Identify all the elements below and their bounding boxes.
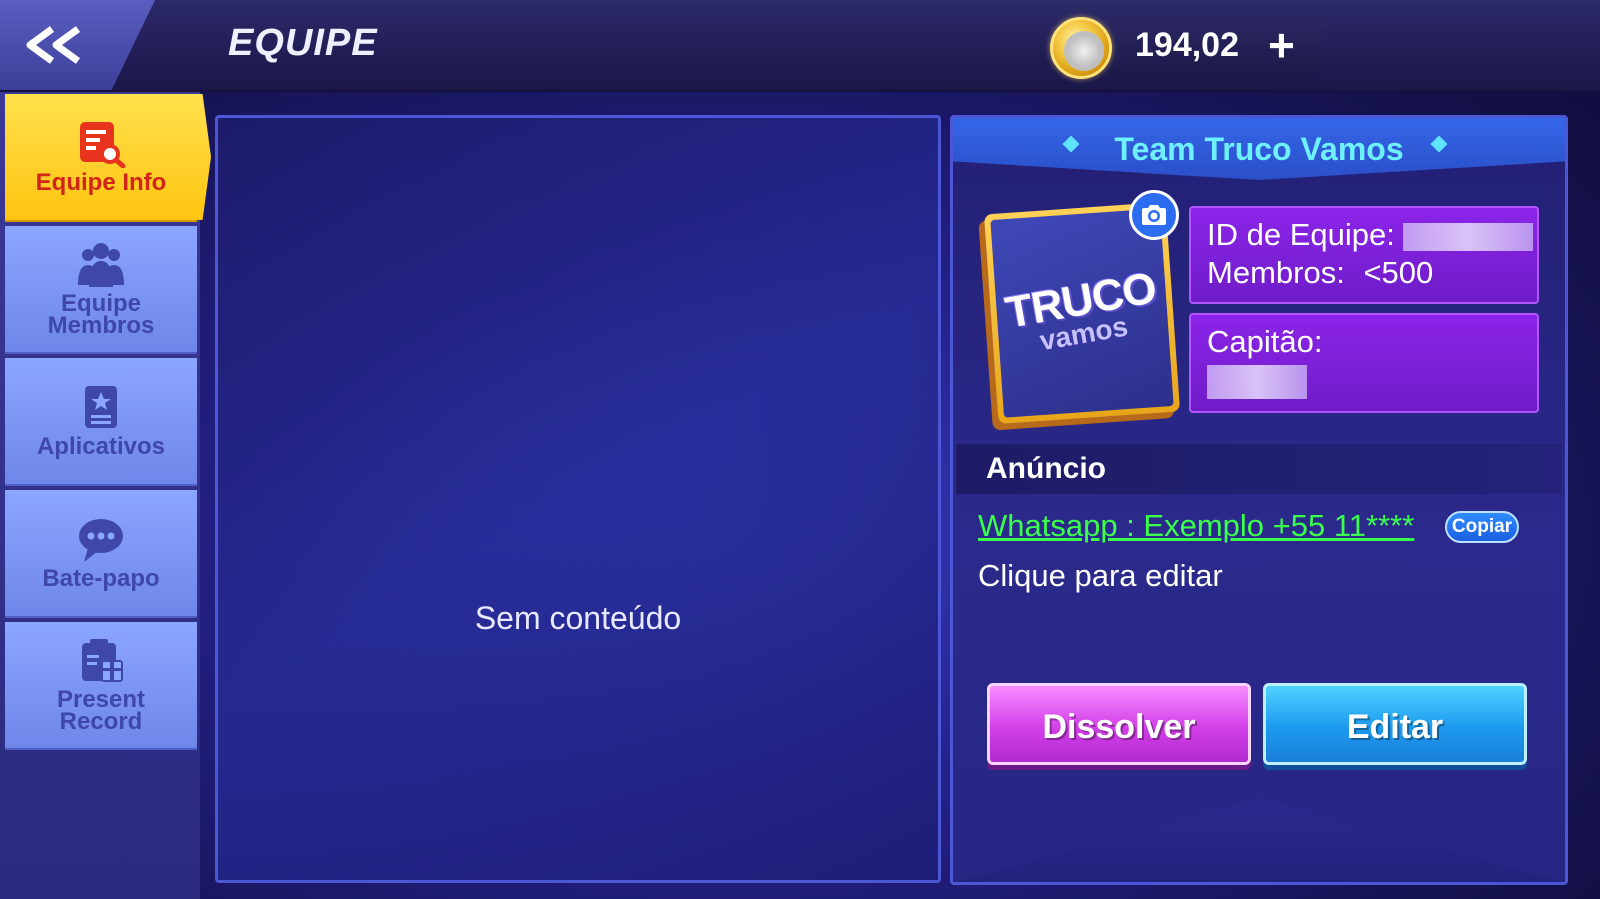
edit-button[interactable]: Editar bbox=[1263, 683, 1527, 765]
top-bar: EQUIPE 194,02 + bbox=[0, 0, 1600, 92]
coin-icon bbox=[1050, 17, 1112, 79]
back-button[interactable] bbox=[0, 0, 155, 90]
camera-icon bbox=[1142, 205, 1166, 225]
sidebar-item-label: Equipe Info bbox=[35, 169, 167, 196]
whatsapp-link[interactable]: Whatsapp : Exemplo +55 11**** bbox=[978, 508, 1414, 544]
content-panel: Sem conteúdo bbox=[215, 115, 941, 883]
sidebar-item-label: Present Record bbox=[56, 686, 146, 735]
sidebar-item-bate-papo[interactable]: Bate-papo bbox=[5, 490, 197, 618]
members-row: Membros: <500 bbox=[1207, 254, 1521, 292]
dissolve-button[interactable]: Dissolver bbox=[987, 683, 1251, 765]
empty-state-text: Sem conteúdo bbox=[474, 600, 682, 636]
members-label: Membros: bbox=[1207, 255, 1345, 290]
sidebar-item-label: Bate-papo bbox=[42, 565, 160, 592]
copy-button[interactable]: Copiar bbox=[1445, 511, 1519, 543]
coin-balance: 194,02 bbox=[1135, 26, 1239, 64]
diamond-icon bbox=[1430, 135, 1448, 153]
team-id-row: ID de Equipe: bbox=[1207, 216, 1534, 254]
team-info-panel: Team Truco Vamos TRUCO vamos ID de Equip… bbox=[950, 115, 1568, 885]
captain-label: Capitão: bbox=[1207, 324, 1323, 359]
team-name: Team Truco Vamos bbox=[1114, 130, 1404, 167]
applications-icon bbox=[85, 386, 117, 428]
team-logo-image: TRUCO vamos bbox=[990, 208, 1174, 418]
gift-record-icon bbox=[82, 639, 123, 682]
team-id-label: ID de Equipe: bbox=[1207, 217, 1395, 252]
panel-decoration bbox=[956, 798, 1562, 882]
diamond-icon bbox=[1062, 135, 1080, 153]
sidebar-item-aplicativos[interactable]: Aplicativos bbox=[5, 358, 197, 486]
team-members-icon bbox=[78, 243, 124, 287]
captain-row bbox=[1207, 361, 1521, 399]
sidebar-item-equipe-info[interactable]: Equipe Info bbox=[5, 94, 197, 222]
chat-icon bbox=[79, 519, 123, 562]
sidebar: Equipe Info Equipe Membros Aplicativos B… bbox=[0, 92, 200, 899]
add-coins-button[interactable]: + bbox=[1268, 20, 1295, 70]
sidebar-item-equipe-membros[interactable]: Equipe Membros bbox=[5, 226, 197, 354]
team-name-banner: Team Truco Vamos bbox=[953, 118, 1565, 180]
sidebar-item-present-record[interactable]: Present Record bbox=[5, 622, 197, 750]
sidebar-item-label: Aplicativos bbox=[36, 433, 166, 460]
sidebar-item-label: Equipe Membros bbox=[47, 290, 155, 339]
page-title: EQUIPE bbox=[228, 22, 378, 64]
members-value: <500 bbox=[1363, 255, 1434, 290]
team-info-icon bbox=[80, 122, 126, 168]
team-id-box: ID de Equipe: Membros: <500 bbox=[1189, 206, 1539, 304]
captain-box: Capitão: bbox=[1189, 313, 1539, 413]
team-id-value-redacted bbox=[1403, 222, 1534, 251]
captain-name-redacted bbox=[1207, 364, 1307, 399]
announcement-header: Anúncio bbox=[956, 444, 1562, 494]
announcement-edit-hint[interactable]: Clique para editar bbox=[978, 558, 1223, 594]
double-chevron-left-icon bbox=[26, 26, 81, 64]
change-logo-button[interactable] bbox=[1129, 190, 1179, 240]
